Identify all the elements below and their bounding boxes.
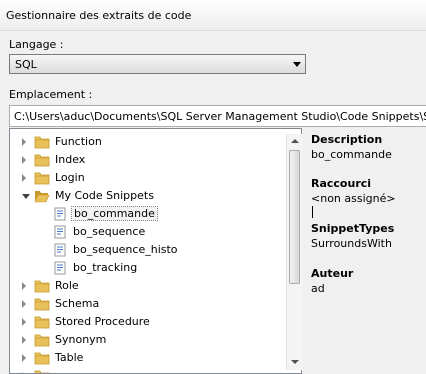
author-value: ad: [311, 282, 325, 295]
properties-panel: Description bo_commande Raccourci <non a…: [305, 128, 426, 370]
tree-item-label: Login: [55, 171, 85, 184]
tree-item-label: Function: [55, 135, 102, 148]
author-heading: Auteur: [311, 267, 354, 280]
collapsed-triangle-icon[interactable]: [22, 336, 26, 344]
folder-item[interactable]: Function: [10, 133, 286, 151]
folder-icon: [34, 333, 50, 347]
location-path-field[interactable]: C:\Users\aduc\Documents\SQL Server Manag…: [9, 105, 426, 127]
collapsed-triangle-icon[interactable]: [22, 354, 26, 362]
shortcut-value[interactable]: <non assigné>: [311, 192, 396, 205]
tree-item-label: Index: [55, 153, 86, 166]
snippet-item[interactable]: bo_sequence_histo: [10, 241, 286, 259]
folder-icon: [34, 153, 50, 167]
description-heading: Description: [311, 133, 383, 146]
snippet-types-heading: SnippetTypes: [311, 222, 395, 235]
tree-item-label: Table: [55, 351, 84, 364]
folder-icon: [34, 351, 50, 365]
folder-icon: [34, 315, 50, 329]
folder-item[interactable]: Index: [10, 151, 286, 169]
title-bar: Gestionnaire des extraits de code: [0, 0, 426, 31]
collapsed-triangle-icon[interactable]: [22, 318, 26, 326]
scroll-up-arrow-icon[interactable]: [291, 139, 299, 143]
shortcut-heading: Raccourci: [311, 177, 372, 190]
description-value: bo_commande: [311, 148, 392, 161]
folder-item[interactable]: Login: [10, 169, 286, 187]
tree-item-label: My Code Snippets: [55, 189, 154, 202]
snippet-types-value: SurroundsWith: [311, 237, 392, 250]
snippet-item[interactable]: bo_tracking: [10, 259, 286, 277]
snippet-file-icon: [52, 261, 68, 275]
tree-item-label: Stored Procedure: [55, 315, 150, 328]
collapsed-triangle-icon[interactable]: [22, 156, 26, 164]
folder-item[interactable]: [10, 367, 286, 373]
expanded-triangle-icon[interactable]: [22, 194, 30, 199]
folder-icon: [34, 279, 50, 293]
folder-item[interactable]: Synonym: [10, 331, 286, 349]
tree-item-label: bo_commande: [71, 206, 158, 221]
collapsed-triangle-icon[interactable]: [22, 300, 26, 308]
collapsed-triangle-icon[interactable]: [22, 282, 26, 290]
collapsed-triangle-icon[interactable]: [22, 174, 26, 182]
snippet-file-icon: [52, 243, 68, 257]
snippet-item[interactable]: bo_commande: [10, 205, 286, 223]
snippet-file-icon: [52, 225, 68, 239]
open-folder-icon: [34, 189, 50, 203]
folder-icon: [34, 171, 50, 185]
snippet-item[interactable]: bo_sequence: [10, 223, 286, 241]
snippet-tree[interactable]: Function Index Login My Code Snippets bo_com…: [9, 128, 302, 374]
collapsed-triangle-icon[interactable]: [22, 138, 26, 146]
folder-item[interactable]: Role: [10, 277, 286, 295]
tree-item-label: Role: [55, 279, 79, 292]
location-label: Emplacement :: [9, 88, 93, 101]
language-dropdown[interactable]: SQL: [9, 54, 306, 74]
snippet-file-icon: [52, 207, 68, 221]
folder-icon: [34, 135, 50, 149]
language-selected-value: SQL: [15, 58, 37, 71]
tree-vertical-scrollbar[interactable]: [286, 134, 303, 370]
window-title: Gestionnaire des extraits de code: [6, 9, 192, 22]
folder-icon: [34, 297, 50, 311]
folder-item[interactable]: Table: [10, 349, 286, 367]
tree-item-label: bo_tracking: [73, 261, 138, 274]
tree-item-label: bo_sequence: [73, 225, 146, 238]
scroll-thumb[interactable]: [289, 150, 300, 284]
chevron-down-icon: [293, 62, 301, 67]
tree-item-label: Synonym: [55, 333, 107, 346]
folder-item[interactable]: Stored Procedure: [10, 313, 286, 331]
location-path-value: C:\Users\aduc\Documents\SQL Server Manag…: [14, 110, 426, 123]
language-label: Langage :: [9, 38, 64, 51]
folder-item[interactable]: My Code Snippets: [10, 187, 286, 205]
tree-item-label: Schema: [55, 297, 100, 310]
text-caret: [312, 206, 313, 218]
tree-item-label: bo_sequence_histo: [73, 243, 178, 256]
scroll-down-arrow-icon[interactable]: [291, 360, 299, 364]
folder-item[interactable]: Schema: [10, 295, 286, 313]
